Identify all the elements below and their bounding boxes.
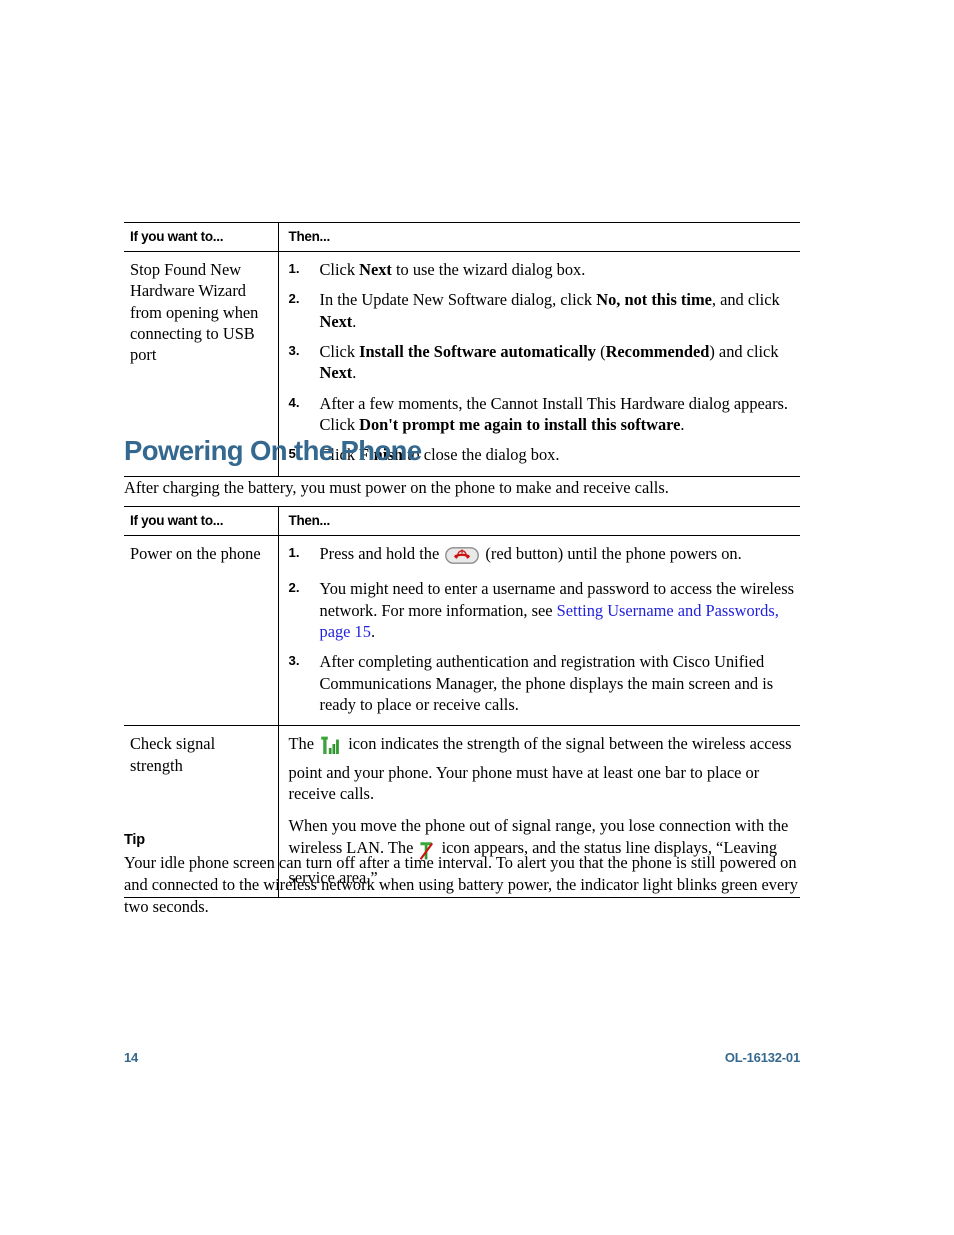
cell-then: 1. Press and hold the (red button) until…: [277, 535, 800, 726]
section-intro-text: After charging the battery, you must pow…: [124, 478, 669, 497]
step-text-after-icon: (red button) until the phone powers on.: [481, 544, 742, 563]
step-text: Click Next to use the wizard dialog box.: [319, 260, 586, 279]
tip-section: Tip Your idle phone screen can turn off …: [124, 832, 800, 917]
section-heading-wrapper: Powering On the Phone: [124, 437, 422, 465]
step-text-before-icon: Press and hold the: [319, 544, 444, 563]
table-header: If you want to... Then...: [124, 222, 800, 252]
tip-body-text: Your idle phone screen can turn off afte…: [124, 853, 798, 916]
document-id: OL-16132-01: [724, 1050, 800, 1065]
column-header-then: Then...: [277, 506, 800, 536]
table-row: Power on the phone 1. Press and hold the…: [124, 535, 800, 726]
step-text: Click Install the Software automatically…: [319, 341, 779, 383]
red-power-button-icon: [445, 547, 480, 569]
list-item: 4. After a few moments, the Cannot Insta…: [289, 393, 799, 436]
step-text: You might need to enter a username and p…: [320, 579, 794, 641]
paragraph-text-after-icon: icon indicates the strength of the signa…: [288, 734, 792, 803]
step-number: 2.: [288, 580, 300, 596]
column-header-then: Then...: [277, 222, 800, 252]
step-text: In the Update New Software dialog, click…: [319, 290, 780, 331]
signal-strength-paragraph: The icon indicates the strength of the s…: [289, 733, 799, 804]
column-header-if-you-want-to: If you want to...: [124, 222, 278, 252]
step-text: Press and hold the (red button) until th…: [319, 544, 742, 564]
list-item: 1. Press and hold the (red button) until…: [289, 543, 799, 569]
page-title: Powering On the Phone: [124, 435, 422, 466]
step-number: 3.: [288, 342, 300, 358]
page-number: 14: [124, 1050, 139, 1065]
step-number: 1.: [288, 545, 300, 560]
step-number: 3.: [288, 653, 300, 669]
paragraph-text-before-icon: The: [288, 734, 319, 754]
list-item: 3. After completing authentication and r…: [289, 651, 799, 715]
table-header-row: If you want to... Then...: [124, 506, 800, 536]
section-intro-wrapper: After charging the battery, you must pow…: [124, 477, 669, 498]
table-header-row: If you want to... Then...: [124, 222, 800, 252]
step-number: 4.: [288, 394, 300, 410]
step-text: After completing authentication and regi…: [319, 652, 774, 714]
tip-title: Tip: [124, 832, 145, 848]
step-text-after-link: .: [370, 621, 376, 641]
column-header-if-you-want-to: If you want to...: [124, 506, 278, 536]
list-item: 2. In the Update New Software dialog, cl…: [289, 289, 799, 332]
list-item: 1. Click Next to use the wizard dialog b…: [289, 259, 799, 280]
signal-strength-icon: [320, 736, 341, 761]
step-number: 1.: [288, 261, 300, 276]
list-item: 3. Click Install the Software automatica…: [289, 341, 799, 384]
step-number: 2.: [288, 291, 300, 307]
step-list: 1. Press and hold the (red button) until…: [289, 543, 799, 715]
cell-if-you-want-to: Power on the phone: [130, 544, 261, 563]
page-footer: 14 OL-16132-01: [124, 1050, 800, 1065]
step-text: After a few moments, the Cannot Install …: [319, 393, 789, 434]
table-header: If you want to... Then...: [124, 506, 800, 536]
list-item: 2. You might need to enter a username an…: [289, 578, 799, 642]
